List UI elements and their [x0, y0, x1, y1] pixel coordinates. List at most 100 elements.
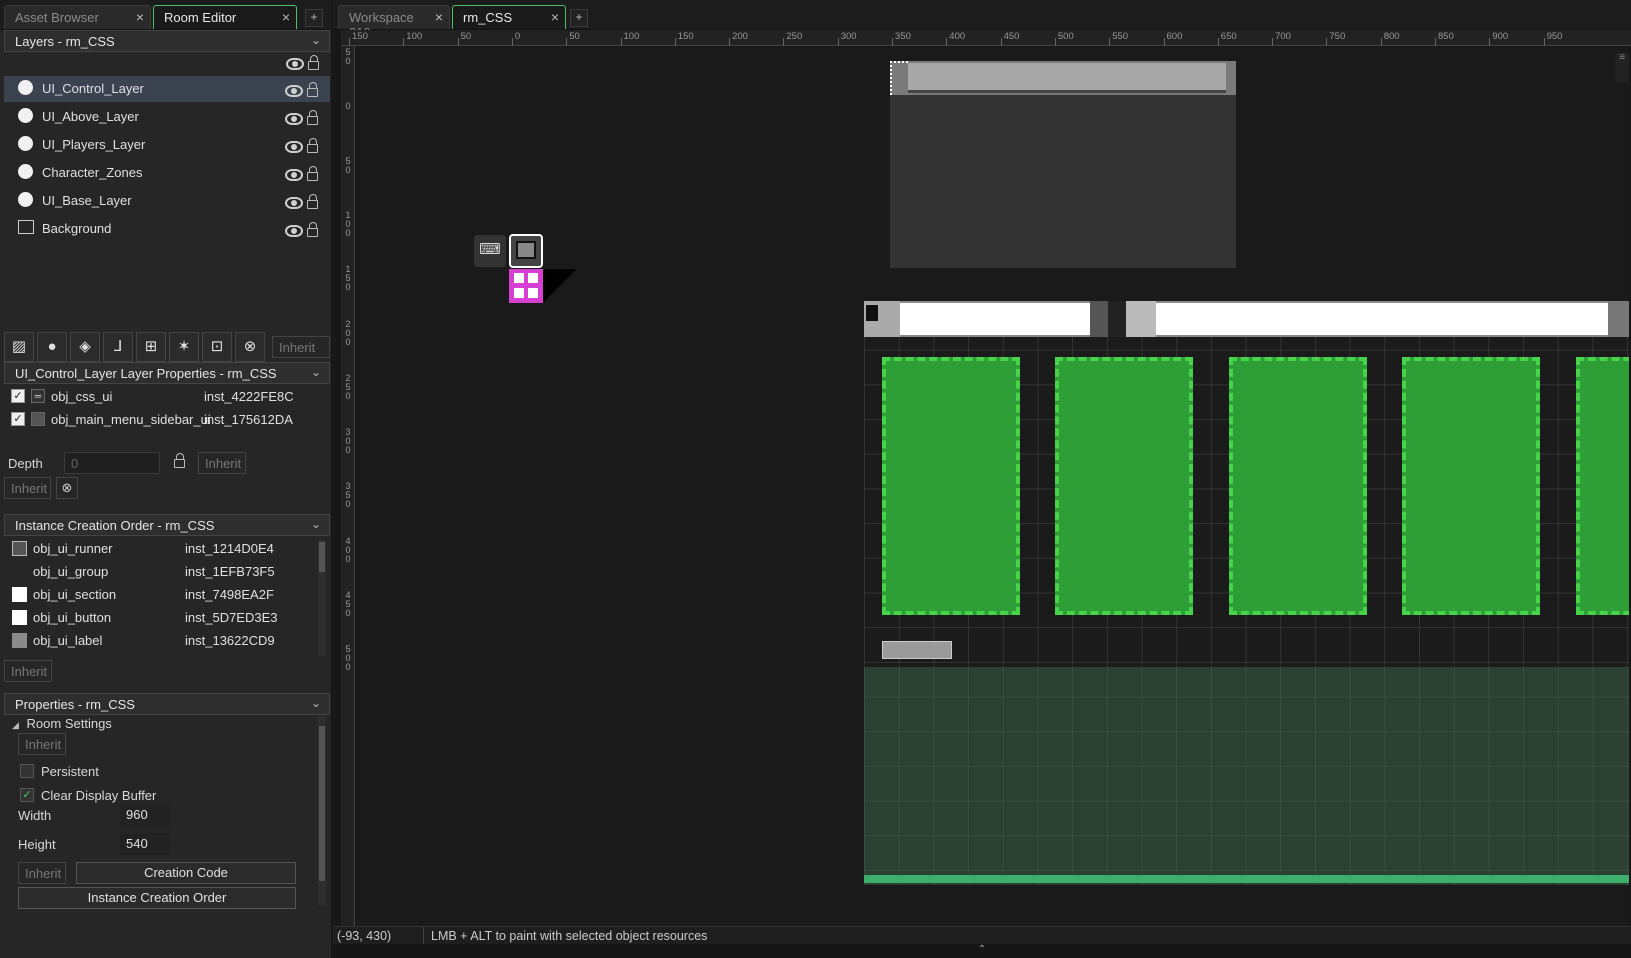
creation-code-inherit-button[interactable]: Inherit: [18, 862, 66, 884]
character-zone[interactable]: [882, 357, 1020, 615]
lock-icon[interactable]: [307, 110, 318, 126]
layers-inherit-button[interactable]: Inherit: [272, 336, 330, 358]
width-field[interactable]: 960: [120, 804, 170, 826]
layer-row-ui-players[interactable]: UI_Players_Layer: [4, 132, 330, 158]
bar-segment[interactable]: [1156, 303, 1608, 335]
instances-inherit-button[interactable]: Inherit: [4, 477, 51, 499]
depth-inherit-button[interactable]: Inherit: [198, 452, 246, 474]
close-icon[interactable]: ×: [551, 9, 559, 25]
object-name: obj_css_ui: [51, 389, 113, 404]
list-item[interactable]: ✓ ═ obj_css_ui inst_4222FE8C: [8, 386, 328, 408]
properties-scrollbar[interactable]: [318, 716, 326, 906]
chevron-down-icon[interactable]: ⌄: [311, 696, 321, 710]
clear-display-checkbox[interactable]: ✓: [20, 788, 34, 802]
add-tab-button[interactable]: +: [570, 9, 588, 27]
lock-icon[interactable]: [307, 82, 318, 98]
depth-lock-icon[interactable]: [172, 453, 185, 469]
list-item[interactable]: obj_ui_group inst_1EFB73F5: [8, 561, 308, 583]
collapse-up-icon[interactable]: ⌃: [978, 944, 986, 955]
room-area[interactable]: [864, 301, 1629, 885]
eye-icon[interactable]: [285, 196, 303, 209]
delete-layer-icon[interactable]: ⊗: [235, 332, 265, 362]
layers-panel-header[interactable]: Layers - rm_CSS ⌄: [4, 30, 330, 52]
bar-segment[interactable]: [900, 303, 1090, 335]
creation-code-button[interactable]: Creation Code: [76, 862, 296, 884]
room-settings-inherit-button[interactable]: Inherit: [18, 733, 66, 755]
eye-icon[interactable]: [285, 112, 303, 125]
keyboard-icon[interactable]: ⌨: [474, 235, 506, 267]
properties-header[interactable]: Properties - rm_CSS ⌄: [4, 693, 330, 715]
bottom-collapse-bar[interactable]: ⌃: [333, 944, 1631, 958]
lock-icon[interactable]: [307, 138, 318, 154]
delete-instance-icon[interactable]: ⊗: [56, 477, 78, 499]
add-background-layer-icon[interactable]: ▨: [4, 332, 34, 362]
collapse-triangle-icon[interactable]: ◢: [12, 720, 19, 730]
depth-field[interactable]: 0: [64, 452, 160, 474]
tab-room-editor[interactable]: Room Editor ×: [153, 5, 297, 29]
tab-workspace-319[interactable]: Workspace 319 ×: [338, 5, 450, 40]
layer-row-character-zones[interactable]: Character_Zones: [4, 160, 330, 186]
scrollbar-thumb[interactable]: [319, 726, 325, 881]
view-preview[interactable]: [890, 61, 1236, 268]
chevron-down-icon[interactable]: ⌄: [311, 33, 321, 47]
lock-icon[interactable]: [308, 55, 319, 71]
add-tile-layer-icon[interactable]: ◈: [70, 332, 100, 362]
creation-order-scrollbar[interactable]: [318, 540, 326, 656]
persistent-checkbox[interactable]: [20, 764, 34, 778]
tab-label: Room Editor: [164, 10, 237, 25]
small-label-object[interactable]: [882, 641, 952, 659]
list-item[interactable]: ✓ obj_main_menu_sidebar_ui inst_175612DA: [8, 409, 328, 431]
layer-row-ui-above[interactable]: UI_Above_Layer: [4, 104, 330, 130]
layer-row-background[interactable]: Background: [4, 216, 330, 242]
chevron-down-icon[interactable]: ⌄: [311, 517, 321, 531]
list-item[interactable]: obj_ui_section inst_7498EA2F: [8, 584, 308, 606]
layer-row-ui-base[interactable]: UI_Base_Layer: [4, 188, 330, 214]
eye-icon[interactable]: [285, 224, 303, 237]
clear-display-row[interactable]: ✓ Clear Display Buffer: [18, 786, 298, 806]
close-icon[interactable]: ×: [435, 9, 443, 25]
eye-icon[interactable]: [285, 84, 303, 97]
canvas-side-handle[interactable]: ≡: [1615, 53, 1629, 83]
lock-icon[interactable]: [307, 166, 318, 182]
instance-creation-order-button[interactable]: Instance Creation Order: [18, 887, 296, 909]
chevron-down-icon[interactable]: ⌄: [311, 365, 321, 379]
height-field[interactable]: 540: [120, 833, 170, 855]
eye-icon[interactable]: [286, 57, 304, 70]
lock-icon[interactable]: [307, 194, 318, 210]
grid-object-icon[interactable]: [509, 269, 543, 303]
room-canvas[interactable]: ⌨ ≡: [356, 47, 1629, 926]
add-effect-layer-icon[interactable]: ✶: [169, 332, 199, 362]
list-item[interactable]: obj_ui_label inst_13622CD9: [8, 630, 308, 652]
window-object-icon[interactable]: [509, 234, 543, 268]
list-item[interactable]: obj_ui_runner inst_1214D0E4: [8, 538, 308, 560]
add-instance-layer-icon[interactable]: ●: [37, 332, 67, 362]
character-zone[interactable]: [1576, 357, 1629, 615]
eye-icon[interactable]: [285, 168, 303, 181]
close-icon[interactable]: ×: [282, 9, 290, 25]
add-folder-icon[interactable]: ⊡: [202, 332, 232, 362]
room-settings-section[interactable]: ◢ Room Settings: [12, 716, 112, 731]
add-asset-layer-icon[interactable]: ⊞: [136, 332, 166, 362]
persistent-row[interactable]: Persistent: [18, 762, 298, 782]
layer-properties-header[interactable]: UI_Control_Layer Layer Properties - rm_C…: [4, 362, 330, 384]
creation-order-header[interactable]: Instance Creation Order - rm_CSS ⌄: [4, 514, 330, 536]
visibility-checkbox[interactable]: ✓: [11, 389, 25, 403]
character-zone[interactable]: [1055, 357, 1193, 615]
close-icon[interactable]: ×: [136, 9, 144, 25]
sidebar-object[interactable]: [864, 301, 900, 337]
visibility-checkbox[interactable]: ✓: [11, 412, 25, 426]
character-zone[interactable]: [1402, 357, 1540, 615]
add-tab-button[interactable]: +: [305, 9, 323, 27]
scrollbar-thumb[interactable]: [319, 542, 325, 572]
lock-icon[interactable]: [307, 222, 318, 238]
list-item[interactable]: obj_ui_button inst_5D7ED3E3: [8, 607, 308, 629]
character-zone[interactable]: [1229, 357, 1367, 615]
object-name: obj_ui_group: [33, 564, 109, 579]
add-path-layer-icon[interactable]: ⅃: [103, 332, 133, 362]
tab-rm-css[interactable]: rm_CSS ×: [452, 5, 566, 29]
layer-row-ui-control[interactable]: UI_Control_Layer: [4, 76, 330, 102]
creation-order-inherit-button[interactable]: Inherit: [4, 660, 52, 682]
eye-icon[interactable]: [285, 140, 303, 153]
ruler-label: 3 0 0: [345, 427, 351, 456]
tab-asset-browser[interactable]: Asset Browser ×: [4, 5, 151, 29]
